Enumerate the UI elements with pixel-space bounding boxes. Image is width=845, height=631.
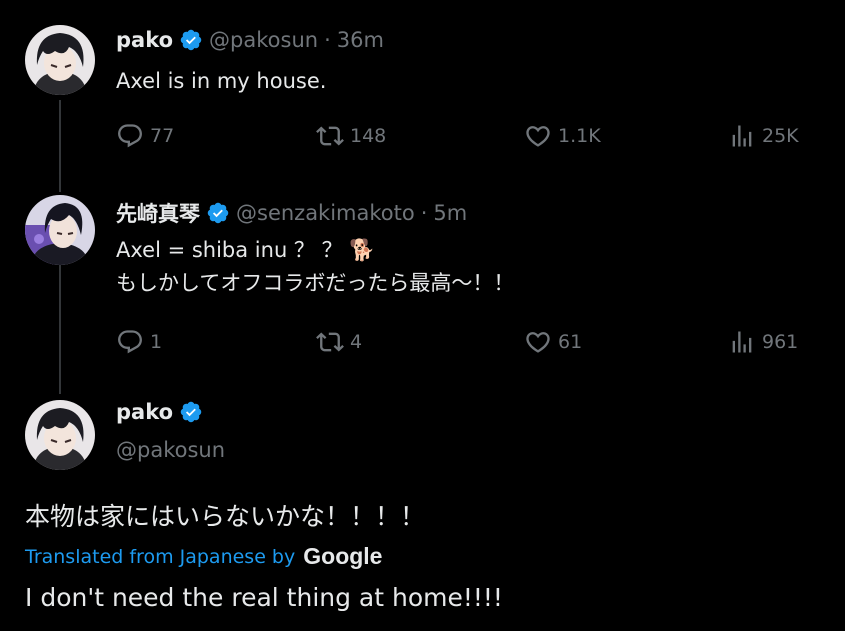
retweet-button[interactable]: 4 <box>316 328 362 356</box>
views-icon <box>732 125 752 147</box>
tweet-1-timestamp[interactable]: 36m <box>337 28 384 52</box>
tweet-2-line-2: もしかしてオフコラボだったら最高〜！！ <box>116 271 515 295</box>
retweet-icon <box>316 126 344 146</box>
tweet-2-header: 先崎真琴 @senzakimakoto · 5m <box>116 198 467 228</box>
translation-attribution: Translated from Japanese by Google <box>25 543 382 570</box>
verified-badge-icon <box>179 28 203 52</box>
tweet-2-text: Axel = shiba inu ？ ？ 🐕 もしかしてオフコラボだったら最高〜… <box>116 234 514 300</box>
views-button[interactable]: 25K <box>728 122 799 150</box>
main-tweet-author-name[interactable]: pako <box>116 400 173 424</box>
tweet-2-handle[interactable]: @senzakimakoto <box>236 201 415 225</box>
reply-button[interactable]: 1 <box>116 328 162 356</box>
like-count: 1.1K <box>558 125 601 147</box>
avatar-pako-image <box>25 25 95 95</box>
main-tweet-translation: I don't need the real thing at home!!!! <box>25 583 503 612</box>
translated-from-link[interactable]: Translated from Japanese by <box>25 546 295 568</box>
avatar-pako[interactable] <box>25 25 95 95</box>
reply-button[interactable]: 77 <box>116 122 174 150</box>
reply-count: 1 <box>150 331 163 353</box>
tweet-2-actions: 1 4 61 961 <box>116 328 811 358</box>
tweet-1-text: Axel is in my house. <box>116 65 326 98</box>
tweet-1-author-name[interactable]: pako <box>116 28 173 52</box>
views-count: 25K <box>762 125 799 147</box>
avatar-pako-main[interactable] <box>25 400 95 470</box>
tweet-2-timestamp[interactable]: 5m <box>433 201 467 225</box>
tweet-1-separator: · <box>324 28 331 52</box>
tweet-2-separator: · <box>420 201 428 225</box>
tweet-1-header: pako @pakosun · 36m <box>116 28 384 52</box>
tweet-thread: pako @pakosun · 36m Axel is in my house.… <box>0 0 845 631</box>
avatar-pako-main-image <box>25 400 95 470</box>
reply-count: 77 <box>150 125 175 147</box>
views-button[interactable]: 961 <box>728 328 798 356</box>
views-icon <box>732 331 752 353</box>
verified-badge-icon <box>179 400 203 424</box>
heart-icon <box>526 332 550 353</box>
retweet-button[interactable]: 148 <box>316 122 386 150</box>
main-tweet-handle[interactable]: @pakosun <box>116 438 225 462</box>
tweet-1-line-1: Axel is in my house. <box>116 69 327 93</box>
verified-badge-icon <box>206 201 230 225</box>
like-button[interactable]: 1.1K <box>524 122 601 150</box>
avatar-senzakimakoto[interactable] <box>25 195 95 265</box>
thread-connector-2 <box>59 262 61 394</box>
main-tweet-text: 本物は家にはいらないかな！！！！ <box>25 502 426 531</box>
tweet-2-author-name[interactable]: 先崎真琴 <box>116 198 200 228</box>
reply-icon <box>118 124 142 148</box>
retweet-count: 148 <box>350 125 387 147</box>
heart-icon <box>526 126 550 147</box>
avatar-senzakimakoto-image <box>25 195 95 265</box>
retweet-icon <box>316 332 344 352</box>
tweet-2-line-1: Axel = shiba inu ？ ？ 🐕 <box>116 238 376 262</box>
like-count: 61 <box>558 331 583 353</box>
tweet-1-actions: 77 148 1.1K 25K <box>116 122 811 152</box>
views-count: 961 <box>762 331 799 353</box>
reply-icon <box>118 330 142 354</box>
google-logo: Google <box>303 543 383 569</box>
thread-connector-1 <box>59 100 61 192</box>
main-tweet-header: pako <box>116 400 203 424</box>
tweet-1-handle[interactable]: @pakosun <box>209 28 318 52</box>
retweet-count: 4 <box>350 331 363 353</box>
like-button[interactable]: 61 <box>524 328 582 356</box>
